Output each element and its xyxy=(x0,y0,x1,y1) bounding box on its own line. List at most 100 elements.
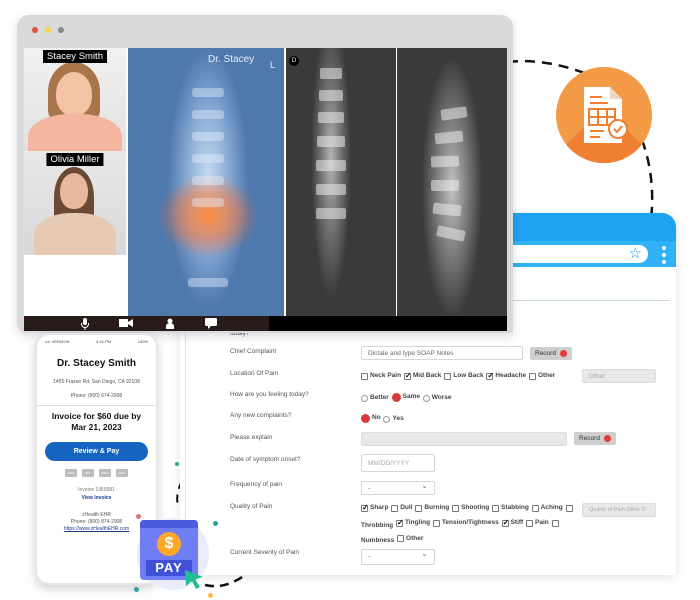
checkbox-tension[interactable]: Tension/Tightness xyxy=(432,517,499,530)
participant-tile-stacey[interactable]: Stacey Smith xyxy=(24,48,126,151)
call-toolbar xyxy=(24,316,507,331)
provider-phone: Phone: (800) 674-2908 xyxy=(70,393,123,399)
participant-tile-olivia[interactable]: Olivia Miller xyxy=(24,151,126,255)
checkbox-shooting[interactable]: Shooting xyxy=(452,502,489,515)
checkbox-low-back[interactable]: Low Back xyxy=(444,370,484,382)
star-icon[interactable]: ☆ xyxy=(629,244,642,264)
minimize-dot[interactable] xyxy=(45,27,51,33)
video-call-window: Stacey Smith Olivia Miller Dr. Stacey L … xyxy=(17,15,513,333)
pay-card-header xyxy=(140,520,198,528)
severity-select[interactable]: - xyxy=(361,549,435,565)
review-pay-button[interactable]: Review & Pay xyxy=(45,442,148,461)
video-camera-icon[interactable] xyxy=(119,318,133,328)
new-complaints-options: No Yes xyxy=(361,412,405,428)
frequency-select[interactable]: - xyxy=(361,481,435,495)
company-url-link[interactable]: https://www.zHealthEHR.com xyxy=(37,526,156,532)
record-dot-icon xyxy=(560,350,567,357)
card-icons: VISA MC AMEX DISC xyxy=(37,469,156,477)
viewer-badge-icon: D xyxy=(289,56,299,66)
mastercard-icon: MC xyxy=(82,469,94,477)
checkbox-stiff[interactable]: Stiff xyxy=(501,517,523,530)
visa-card-icon: VISA xyxy=(65,469,77,477)
window-controls xyxy=(32,27,64,33)
checkbox-dull[interactable]: Dull xyxy=(391,502,413,515)
document-check-badge xyxy=(556,67,652,163)
checkbox-sharp[interactable]: Sharp xyxy=(361,502,388,515)
checkbox-burning[interactable]: Burning xyxy=(415,502,449,515)
numbness-label: Numbness xyxy=(361,537,395,545)
xray-ap-view[interactable]: D xyxy=(286,48,396,316)
amex-card-icon: AMEX xyxy=(99,469,111,477)
xray-ap-highlighted[interactable]: Dr. Stacey L xyxy=(128,48,284,316)
feeling-today-label: How are you feeling today? xyxy=(230,391,309,398)
call-controls xyxy=(24,316,269,331)
xray-lateral-view[interactable] xyxy=(397,48,507,316)
quality-of-pain-options: Sharp Dull Burning Shooting Stabbing Ach… xyxy=(361,502,576,548)
checkbox-aching[interactable]: Aching xyxy=(531,502,563,515)
severity-label: Current Severity of Pain xyxy=(230,549,300,556)
radio-same[interactable]: Same xyxy=(391,391,420,403)
maximize-dot[interactable] xyxy=(58,27,64,33)
new-complaints-label: Any new complaints? xyxy=(230,412,292,419)
checkbox-pain[interactable]: Pain xyxy=(526,517,549,530)
date-onset-input[interactable]: MM/DD/YYYY xyxy=(361,454,435,472)
chief-complaint-input[interactable]: Dictate and type SOAP Notes xyxy=(361,346,523,360)
side-marker: L xyxy=(269,60,275,70)
checkbox-headache[interactable]: Headache xyxy=(486,370,526,382)
frequency-label: Frequency of pain xyxy=(230,481,283,488)
chief-complaint-label: Chief Complaint xyxy=(230,348,277,355)
record-button-label: Record xyxy=(535,350,556,357)
discover-card-icon: DISC xyxy=(116,469,128,477)
participant-column: Stacey Smith Olivia Miller xyxy=(24,48,126,316)
company-phone: Phone: (800) 874-2908 xyxy=(70,519,123,525)
record-button-2[interactable]: Record xyxy=(574,432,616,445)
checkbox-other[interactable]: Other xyxy=(528,370,555,382)
checkbox-throbbing[interactable] xyxy=(565,504,575,512)
radio-better[interactable]: Better xyxy=(361,392,389,404)
decor-dot xyxy=(213,521,218,526)
provider-name: Dr. Stacey Smith xyxy=(57,358,136,369)
time: 4:21 PM xyxy=(96,339,112,344)
record-button[interactable]: Record xyxy=(530,347,572,360)
quality-of-pain-label: Quality of Pain xyxy=(230,503,273,510)
video-body: Stacey Smith Olivia Miller Dr. Stacey L … xyxy=(24,48,507,316)
checkbox-mid-back[interactable]: Mid Back xyxy=(403,370,441,382)
close-dot[interactable] xyxy=(32,27,38,33)
location-of-pain-options: Neck Pain Mid Back Low Back Headache Oth… xyxy=(361,370,556,385)
spreadsheet-document-check-icon xyxy=(584,87,628,143)
checkbox-numbness[interactable] xyxy=(551,520,561,527)
throbbing-label: Throbbing xyxy=(361,522,394,529)
view-invoice-link[interactable]: View Invoice xyxy=(37,495,156,501)
chat-icon[interactable] xyxy=(205,318,217,329)
please-explain-input[interactable] xyxy=(361,432,567,446)
checkbox-stabbing[interactable]: Stabbing xyxy=(492,502,529,515)
location-other-input[interactable]: Other xyxy=(582,369,656,383)
person-icon[interactable] xyxy=(165,318,175,329)
carrier: •••• VERIZON xyxy=(45,339,70,344)
record-dot-icon xyxy=(604,435,611,442)
battery: 100% xyxy=(137,339,148,344)
record-button-label: Record xyxy=(579,435,600,442)
participant-name: Olivia Miller xyxy=(46,153,104,166)
decor-dot xyxy=(134,587,139,592)
invoice-number: Invoice 1955581 xyxy=(78,487,115,493)
radio-worse[interactable]: Worse xyxy=(422,392,452,404)
checkbox-quality-other[interactable]: Other xyxy=(397,533,423,546)
provider-address: 1455 Frazee Rd, San Diego, CA 92108 xyxy=(53,379,140,385)
decor-dot xyxy=(136,514,141,519)
dollar-coin-icon: $ xyxy=(157,532,181,556)
divider xyxy=(37,405,156,406)
invoice-title: Invoice for $60 due by Mar 21, 2023 xyxy=(51,411,142,432)
microphone-icon[interactable] xyxy=(80,318,90,330)
checkbox-tingling[interactable]: Tingling xyxy=(395,517,430,530)
please-explain-label: Please explain xyxy=(230,434,273,441)
radio-no[interactable]: No xyxy=(361,412,381,424)
radio-yes[interactable]: Yes xyxy=(383,413,404,425)
phone-status-bar: •••• VERIZON 4:21 PM 100% xyxy=(41,339,152,347)
decor-dot xyxy=(208,593,213,598)
quality-other-input[interactable]: Quality of Pain Other D xyxy=(582,503,656,517)
checkbox-neck-pain[interactable]: Neck Pain xyxy=(361,370,401,382)
location-of-pain-label: Location Of Pain xyxy=(230,370,279,377)
participant-name: Stacey Smith xyxy=(43,50,107,63)
decor-dot xyxy=(175,462,179,466)
